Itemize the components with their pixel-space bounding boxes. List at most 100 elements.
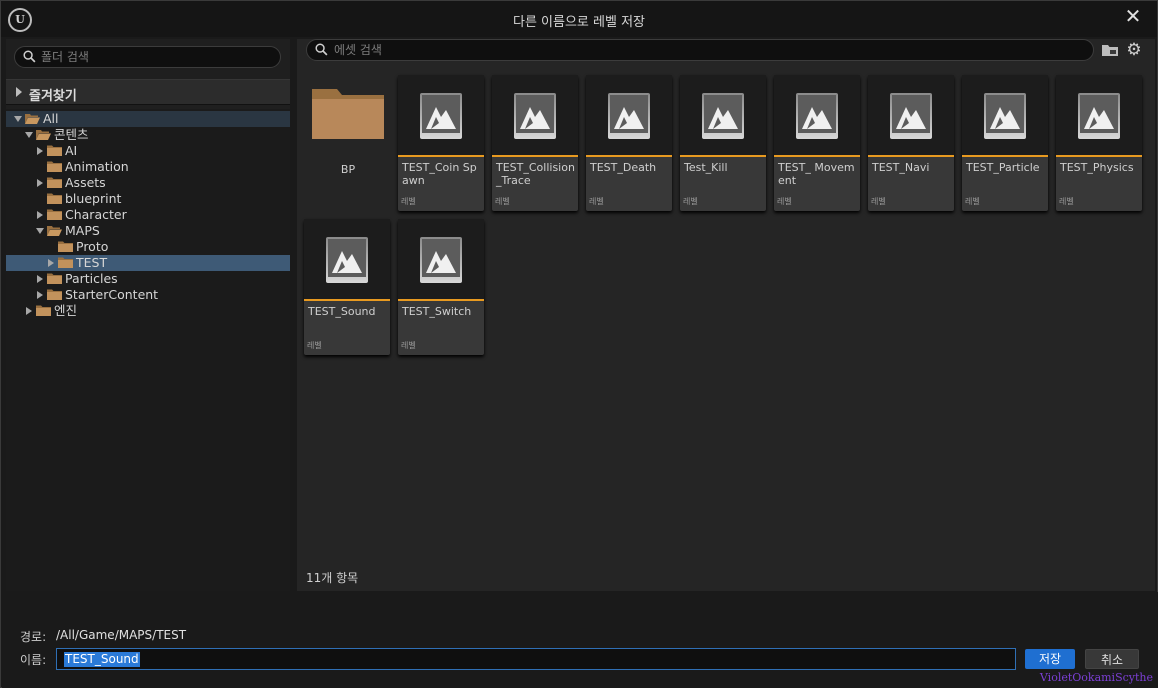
tree-item-label: Assets [65,175,106,190]
tree-item-label: AI [65,143,78,158]
level-thumbnail [304,219,390,301]
asset-type: 레벨 [401,197,416,206]
asset-panel: ⚙ BP TEST_Coin Spawn레벨TEST_Collision _Tr… [297,39,1155,591]
asset-name: TEST_Physics [1060,161,1134,174]
tree-item[interactable]: StarterContent [6,287,290,303]
tree-item[interactable]: Character [6,207,290,223]
dialog-title: 다른 이름으로 레벨 저장 [513,15,645,30]
level-asset-tile[interactable]: TEST_Collision _Trace 레벨 [492,75,578,211]
tree-item[interactable]: Particles [6,271,290,287]
folder-search-input[interactable] [41,48,271,66]
tree-item-label: StarterContent [65,287,159,302]
level-thumbnail [1056,75,1142,157]
tree-item[interactable]: blueprint [6,191,290,207]
asset-name: TEST_Navi [872,161,930,174]
open-folder-icon [36,130,51,140]
folder-tile-bp[interactable]: BP [305,75,391,211]
settings-gear-icon[interactable]: ⚙ [1125,41,1143,59]
level-asset-tile[interactable]: TEST_Physics 레벨 [1056,75,1142,211]
asset-search-input[interactable] [334,41,1074,59]
close-icon[interactable]: ✕ [1123,6,1143,26]
save-level-dialog: U 다른 이름으로 레벨 저장 ✕ 즐겨찾기 All콘텐츠AIAnimation… [0,0,1158,688]
level-thumbnail [398,219,484,301]
asset-name: TEST_Collision _Trace [496,161,575,187]
folder-icon [58,257,73,268]
level-thumbnail [774,75,860,157]
name-label: 이름: [20,653,47,667]
level-map-icon [608,93,650,139]
folder-search-box[interactable] [14,46,281,68]
folder-icon [47,161,62,172]
level-name-input[interactable]: TEST_Sound [56,648,1016,670]
tree-item[interactable]: 콘텐츠 [6,127,290,143]
tree-item[interactable]: Assets [6,175,290,191]
level-thumbnail [868,75,954,157]
folder-icon [58,241,73,252]
folder-icon [47,145,62,156]
caret-right-icon[interactable] [26,307,32,315]
tree-item-label: All [43,111,59,126]
level-thumbnail [962,75,1048,157]
folder-icon [36,305,51,316]
asset-search-box[interactable] [306,39,1094,61]
level-asset-tile[interactable]: TEST_ Movement 레벨 [774,75,860,211]
asset-type: 레벨 [401,341,416,350]
caret-right-icon[interactable] [48,259,54,267]
save-button[interactable]: 저장 [1025,649,1075,669]
folder-icon [47,289,62,300]
tree-item-label: 콘텐츠 [54,127,89,142]
level-asset-tile[interactable]: TEST_Switch 레벨 [398,219,484,355]
favorites-header[interactable]: 즐겨찾기 [6,79,290,105]
level-asset-tile[interactable]: TEST_Death 레벨 [586,75,672,211]
level-asset-tile[interactable]: TEST_Coin Spawn 레벨 [398,75,484,211]
folder-view-icon[interactable] [1101,42,1119,58]
tree-item[interactable]: AI [6,143,290,159]
level-thumbnail [586,75,672,157]
level-map-icon [1078,93,1120,139]
tree-item[interactable]: Proto [6,239,290,255]
folder-icon [47,273,62,284]
watermark: VioletOokamiScythe [1039,671,1153,684]
caret-right-icon[interactable] [37,291,43,299]
asset-name: TEST_Particle [966,161,1040,174]
caret-right-icon[interactable] [37,147,43,155]
level-asset-tile[interactable]: TEST_Sound 레벨 [304,219,390,355]
level-map-icon [984,93,1026,139]
asset-type: 레벨 [495,197,510,206]
asset-name: TEST_Sound [308,305,376,318]
caret-down-icon[interactable] [25,132,33,138]
tree-item-label: Character [65,207,127,222]
caret-right-icon[interactable] [37,211,43,219]
level-asset-tile[interactable]: Test_Kill 레벨 [680,75,766,211]
tree-item-label: Particles [65,271,118,286]
level-asset-tile[interactable]: TEST_Particle 레벨 [962,75,1048,211]
open-folder-icon [25,114,40,124]
save-footer: 경로: /All/Game/MAPS/TEST 이름: TEST_Sound 저… [2,592,1158,688]
tree-item[interactable]: MAPS [6,223,290,239]
level-asset-tile[interactable]: TEST_Navi 레벨 [868,75,954,211]
asset-type: 레벨 [589,197,604,206]
asset-type: 레벨 [1059,197,1074,206]
folder-name: BP [340,163,356,176]
tree-item-label: Animation [65,159,129,174]
favorites-label: 즐겨찾기 [29,89,77,104]
caret-down-icon[interactable] [14,116,22,122]
asset-name: TEST_Death [590,161,657,174]
tree-item[interactable]: All [6,111,290,127]
level-map-icon [796,93,838,139]
caret-right-icon[interactable] [37,179,43,187]
item-count: 11개 항목 [306,571,359,585]
caret-down-icon[interactable] [36,228,44,234]
asset-type: 레벨 [683,197,698,206]
tree-item[interactable]: 엔진 [6,303,290,319]
folder-icon [47,177,62,188]
folder-icon [47,193,62,204]
title-bar: U 다른 이름으로 레벨 저장 ✕ [1,1,1157,37]
caret-right-icon[interactable] [37,275,43,283]
cancel-button[interactable]: 취소 [1085,649,1139,669]
tree-item[interactable]: Animation [6,159,290,175]
tree-item-label: 엔진 [54,303,78,318]
level-map-icon [326,237,368,283]
level-map-icon [420,237,462,283]
tree-item[interactable]: TEST [6,255,290,271]
